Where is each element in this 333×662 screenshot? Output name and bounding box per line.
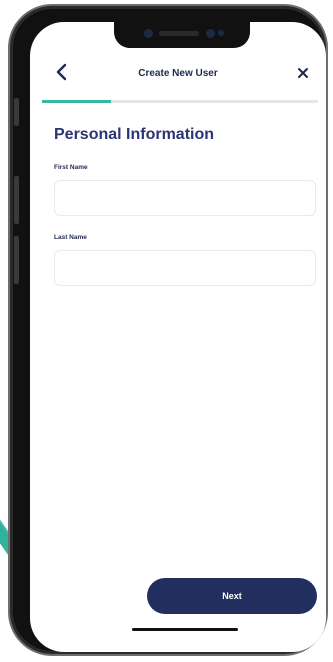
app-header: Create New User [30,52,326,92]
phone-side-button [14,236,19,284]
camera-icon [144,29,153,38]
first-name-label: First Name [54,164,88,171]
last-name-field[interactable] [54,250,316,286]
next-button[interactable]: Next [147,578,317,614]
progress-bar-fill [42,100,111,103]
last-name-label: Last Name [54,234,87,241]
progress-bar [42,100,318,103]
phone-side-button [14,98,19,126]
section-title: Personal Information [54,126,215,143]
close-icon[interactable] [296,66,310,80]
camera-icon [206,29,215,38]
home-indicator [132,628,238,631]
phone-notch [114,22,250,48]
phone-screen: Create New User Personal Information Fir… [30,22,326,652]
sensor-icon [218,30,224,36]
phone-side-button [14,176,19,224]
phone-frame: Create New User Personal Information Fir… [8,4,328,656]
first-name-field[interactable] [54,180,316,216]
page-title: Create New User [138,68,218,79]
speaker-grille [159,31,199,36]
